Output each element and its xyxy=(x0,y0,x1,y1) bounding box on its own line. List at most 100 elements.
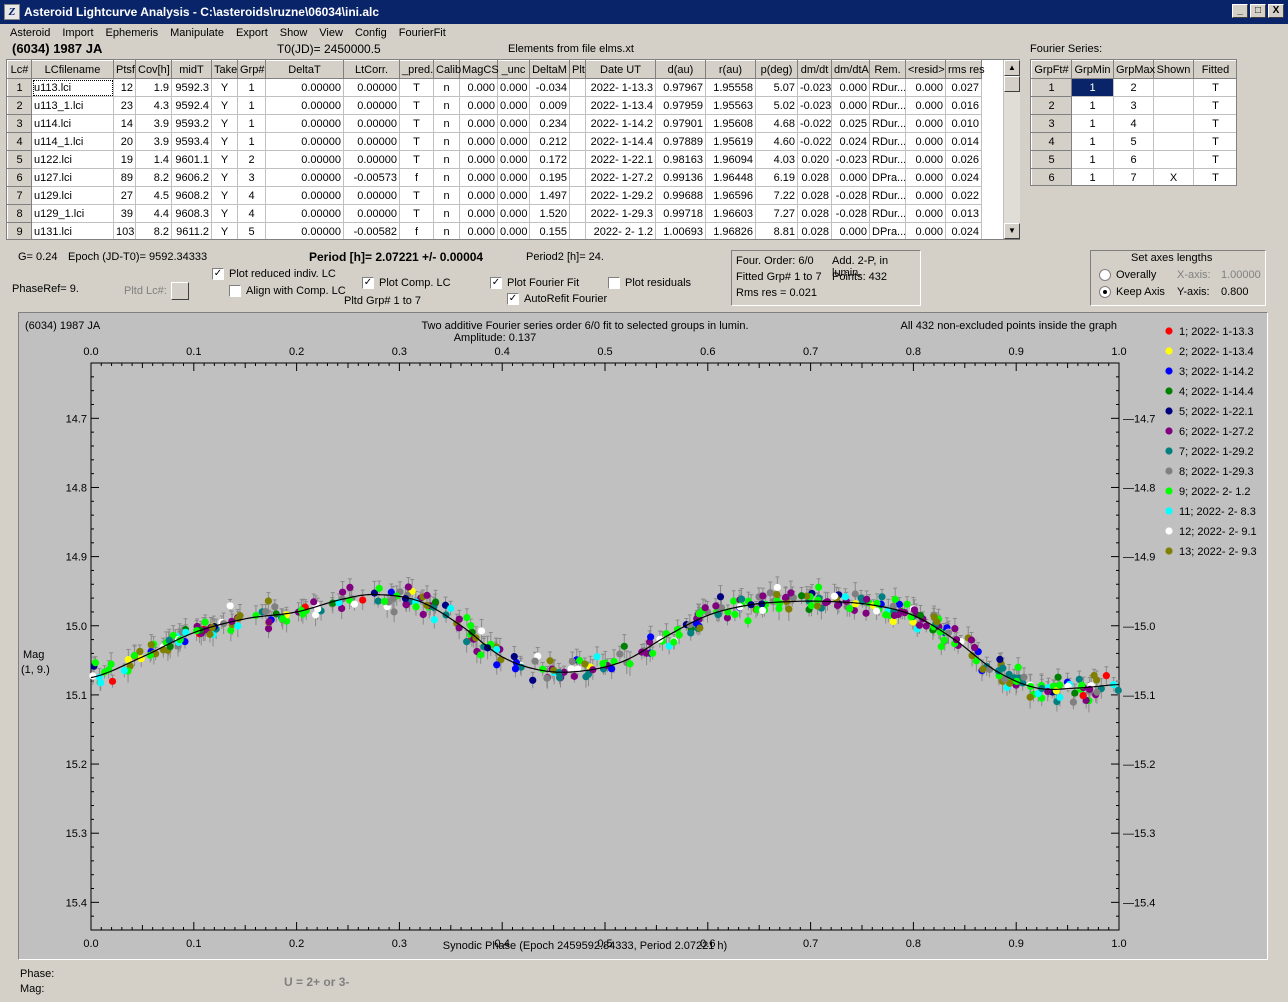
fourier-column-header[interactable]: GrpMin xyxy=(1071,60,1114,79)
table-row[interactable]: 5 u122.lci 19 1.4 9601.1 Y 2 0.00000 0.00000 Tn 0.… xyxy=(7,150,982,169)
table-row[interactable]: 7 u129.lci 27 4.5 9608.2 Y 4 0.00000 0.00000 Tn 0.… xyxy=(7,186,982,205)
table-cell[interactable]: 0.000 xyxy=(497,132,530,151)
scroll-up-button[interactable]: ▲ xyxy=(1004,60,1020,76)
table-cell[interactable]: 9601.1 xyxy=(171,150,212,169)
table-cell[interactable]: 89 xyxy=(113,168,136,187)
table-cell[interactable]: Y xyxy=(211,96,238,115)
table-cell[interactable]: 0.000 xyxy=(905,168,946,187)
lc-column-header[interactable]: Cov[h] xyxy=(135,60,172,79)
table-cell[interactable]: T xyxy=(399,78,434,97)
table-cell[interactable]: 1 xyxy=(237,114,266,133)
table-cell[interactable]: 5.07 xyxy=(755,78,798,97)
table-cell[interactable]: 0.000 xyxy=(459,222,498,239)
lc-column-header[interactable]: MagCS xyxy=(459,60,499,79)
scroll-down-button[interactable]: ▼ xyxy=(1004,223,1020,239)
table-cell[interactable]: u113_1.lci xyxy=(31,96,114,115)
table-cell[interactable]: T xyxy=(1193,114,1236,133)
lc-column-header[interactable]: DeltaT xyxy=(265,60,344,79)
table-cell[interactable]: 0.00000 xyxy=(343,150,400,169)
table-cell[interactable]: 0.010 xyxy=(945,114,982,133)
menu-import[interactable]: Import xyxy=(56,27,99,39)
y-axis-value[interactable]: 0.800 xyxy=(1221,286,1249,298)
table-cell[interactable]: -0.023 xyxy=(797,96,832,115)
table-cell[interactable]: n xyxy=(433,204,460,223)
table-cell[interactable]: 4.60 xyxy=(755,132,798,151)
table-cell[interactable]: 0.97959 xyxy=(655,96,706,115)
table-cell[interactable]: RDur... xyxy=(869,204,906,223)
table-cell[interactable]: 0.000 xyxy=(459,168,498,187)
table-cell[interactable]: 1 xyxy=(237,132,266,151)
checkbox-icon[interactable] xyxy=(229,285,241,298)
table-row[interactable]: 4 u114_1.lci 20 3.9 9593.4 Y 1 0.00000 0.00000 Tn… xyxy=(7,132,982,151)
table-cell[interactable]: RDur... xyxy=(869,186,906,205)
lc-column-header[interactable]: _pred. xyxy=(399,60,434,79)
table-cell[interactable]: 0.00000 xyxy=(265,168,344,187)
table-cell[interactable]: 0.000 xyxy=(905,222,946,239)
table-cell[interactable]: -0.00582 xyxy=(343,222,400,239)
table-row[interactable]: 314 T xyxy=(1031,114,1236,133)
table-cell[interactable]: 23 xyxy=(113,96,136,115)
table-cell[interactable]: 1 xyxy=(1031,78,1072,97)
table-cell[interactable]: 0.024 xyxy=(945,168,982,187)
table-row[interactable]: 9 u131.lci 103 8.2 9611.2 Y 5 0.00000 -0.00582 f n… xyxy=(7,222,982,239)
maximize-button[interactable]: □ xyxy=(1250,4,1266,18)
table-cell[interactable]: Y xyxy=(211,186,238,205)
table-row[interactable]: 213 T xyxy=(1031,96,1236,115)
table-cell[interactable]: 5 xyxy=(1031,150,1072,169)
table-cell[interactable]: 4.3 xyxy=(135,96,172,115)
table-cell[interactable]: 1.95563 xyxy=(705,96,756,115)
table-cell[interactable]: 14 xyxy=(113,114,136,133)
table-cell[interactable]: 0.026 xyxy=(945,150,982,169)
table-cell[interactable]: 0.00000 xyxy=(265,96,344,115)
table-cell[interactable] xyxy=(569,96,586,115)
table-cell[interactable]: 0.028 xyxy=(797,168,832,187)
table-cell[interactable]: Y xyxy=(211,222,238,239)
table-cell[interactable] xyxy=(1153,150,1194,169)
table-cell[interactable]: T xyxy=(399,96,434,115)
table-cell[interactable]: 9592.4 xyxy=(171,96,212,115)
table-cell[interactable]: 0.000 xyxy=(459,186,498,205)
table-cell[interactable]: 5 xyxy=(237,222,266,239)
lc-column-header[interactable]: Lc# xyxy=(7,60,32,79)
table-cell[interactable]: 1 xyxy=(1071,150,1114,169)
plot-residuals-checkbox[interactable]: Plot residuals xyxy=(608,277,691,290)
close-button[interactable]: X xyxy=(1268,4,1284,18)
table-cell[interactable]: 0.195 xyxy=(529,168,570,187)
table-cell[interactable]: 3.9 xyxy=(135,114,172,133)
table-cell[interactable] xyxy=(569,150,586,169)
table-cell[interactable]: n xyxy=(433,78,460,97)
lc-column-header[interactable]: Grp# xyxy=(237,60,266,79)
lc-column-header[interactable]: dm/dtA xyxy=(831,60,870,79)
table-cell[interactable]: 9611.2 xyxy=(171,222,212,239)
table-cell[interactable]: 1 xyxy=(1071,114,1114,133)
table-cell[interactable]: -0.028 xyxy=(831,204,870,223)
table-cell[interactable]: n xyxy=(433,168,460,187)
table-cell[interactable]: 9608.2 xyxy=(171,186,212,205)
table-cell[interactable]: 2 xyxy=(7,96,32,115)
table-cell[interactable]: 0.00000 xyxy=(343,132,400,151)
lc-column-header[interactable]: r(au) xyxy=(705,60,756,79)
table-cell[interactable]: T xyxy=(399,114,434,133)
table-cell[interactable]: 1.497 xyxy=(529,186,570,205)
table-cell[interactable]: 0.00000 xyxy=(343,186,400,205)
table-row[interactable]: 1 u113.lci 12 1.9 9592.3 Y 1 0.00000 0.00000 Tn 0.… xyxy=(7,78,982,97)
table-cell[interactable]: 0.000 xyxy=(459,132,498,151)
table-cell[interactable]: 0.000 xyxy=(497,96,530,115)
table-cell[interactable]: 2022- 1-27.2 xyxy=(585,168,656,187)
lc-column-header[interactable]: rms res xyxy=(945,60,985,79)
table-cell[interactable]: 9593.4 xyxy=(171,132,212,151)
table-cell[interactable]: 0.99136 xyxy=(655,168,706,187)
lc-column-header[interactable]: Date UT xyxy=(585,60,656,79)
table-cell[interactable]: 0.000 xyxy=(497,222,530,239)
table-cell[interactable]: 4.4 xyxy=(135,204,172,223)
table-cell[interactable]: -0.00573 xyxy=(343,168,400,187)
table-cell[interactable]: 5.02 xyxy=(755,96,798,115)
table-cell[interactable]: 0.00000 xyxy=(343,114,400,133)
menu-asteroid[interactable]: Asteroid xyxy=(4,27,56,39)
table-cell[interactable]: 0.000 xyxy=(905,186,946,205)
table-cell[interactable] xyxy=(1153,96,1194,115)
table-cell[interactable]: 0.00000 xyxy=(343,96,400,115)
checkbox-icon[interactable]: ✓ xyxy=(490,277,502,290)
table-cell[interactable]: 0.000 xyxy=(831,96,870,115)
table-cell[interactable]: 1.96603 xyxy=(705,204,756,223)
